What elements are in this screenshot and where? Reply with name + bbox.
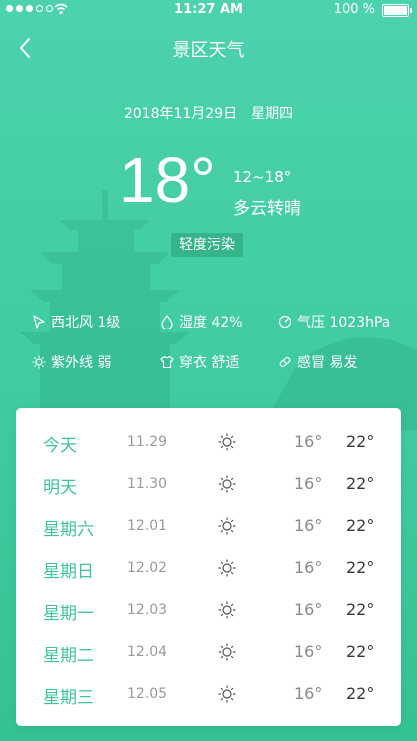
forecast-date: 12.02 [127, 560, 168, 576]
forecast-day: 今天 [43, 436, 77, 456]
forecast-high: 22° [346, 684, 375, 703]
forecast-row[interactable]: 星期二 12.04 16° 22° [16, 632, 401, 672]
forecast-high: 22° [346, 474, 375, 493]
forecast-low: 16° [294, 432, 323, 451]
uv-text: 紫外线 弱 [51, 355, 112, 371]
forecast-low: 16° [294, 684, 323, 703]
pressure-text: 气压 1023hPa [297, 315, 391, 331]
forecast-low: 16° [294, 558, 323, 577]
nav-bar: 景区天气 [0, 28, 417, 68]
forecast-low: 16° [294, 642, 323, 661]
weekday-text: 星期四 [251, 106, 294, 122]
forecast-high: 22° [346, 558, 375, 577]
forecast-date: 12.05 [127, 686, 168, 702]
forecast-date: 12.01 [127, 518, 168, 534]
droplet-icon [161, 315, 173, 329]
page-title: 景区天气 [172, 40, 245, 61]
date-text: 2018年11月29日 [123, 106, 238, 122]
uv-info: 紫外线 弱 [32, 352, 111, 372]
dressing-text: 穿衣 舒适 [179, 355, 240, 371]
gauge-icon [278, 315, 292, 329]
shirt-icon [160, 355, 174, 369]
air-quality-badge: 轻度污染 [171, 233, 243, 257]
sun-icon [218, 643, 236, 661]
forecast-low: 16° [294, 516, 323, 535]
sun-icon [218, 433, 236, 451]
forecast-date: 12.04 [127, 644, 168, 660]
wind-text: 西北风 1级 [51, 315, 121, 331]
forecast-row[interactable]: 星期六 12.01 16° 22° [16, 506, 401, 546]
pill-icon [279, 356, 291, 368]
sun-icon [218, 559, 236, 577]
forecast-high: 22° [346, 642, 375, 661]
forecast-day: 星期一 [43, 604, 94, 624]
current-temperature: 18° [119, 144, 216, 216]
humidity-text: 湿度 42% [179, 315, 243, 331]
battery-icon [382, 4, 412, 17]
forecast-day: 明天 [43, 478, 77, 498]
forecast-high: 22° [346, 516, 375, 535]
cold-info: 感冒 易发 [278, 352, 357, 372]
cold-text: 感冒 易发 [297, 355, 358, 371]
sun-icon [218, 601, 236, 619]
forecast-row[interactable]: 星期三 12.05 16° 22° [16, 674, 401, 714]
humidity-info: 湿度 42% [160, 312, 243, 332]
current-date: 2018年11月29日 星期四 [0, 103, 417, 123]
forecast-high: 22° [346, 432, 375, 451]
forecast-card: 今天 11.29 16° 22° 明天 11.30 16° 22° 星期六 12… [16, 408, 401, 726]
forecast-day: 星期六 [43, 520, 94, 540]
temperature-range: 12~18° [233, 168, 292, 186]
pressure-info: 气压 1023hPa [278, 312, 390, 332]
forecast-high: 22° [346, 600, 375, 619]
forecast-date: 11.30 [127, 476, 168, 492]
sun-icon [32, 355, 46, 369]
forecast-row[interactable]: 今天 11.29 16° 22° [16, 422, 401, 462]
sun-icon [218, 475, 236, 493]
sun-icon [218, 517, 236, 535]
status-bar: 11:27 AM 100 % [0, 0, 417, 20]
forecast-date: 12.03 [127, 602, 168, 618]
forecast-day: 星期日 [43, 562, 94, 582]
battery-percent: 100 % [333, 2, 375, 17]
forecast-row[interactable]: 星期一 12.03 16° 22° [16, 590, 401, 630]
forecast-date: 11.29 [127, 434, 168, 450]
forecast-low: 16° [294, 474, 323, 493]
forecast-day: 星期二 [43, 646, 94, 666]
sun-icon [218, 685, 236, 703]
forecast-row[interactable]: 星期日 12.02 16° 22° [16, 548, 401, 588]
forecast-day: 星期三 [43, 688, 94, 708]
forecast-row[interactable]: 明天 11.30 16° 22° [16, 464, 401, 504]
wind-direction-icon [33, 315, 45, 329]
wind-info: 西北风 1级 [32, 312, 120, 332]
weather-condition: 多云转晴 [233, 199, 301, 219]
forecast-low: 16° [294, 600, 323, 619]
dressing-info: 穿衣 舒适 [160, 352, 239, 372]
